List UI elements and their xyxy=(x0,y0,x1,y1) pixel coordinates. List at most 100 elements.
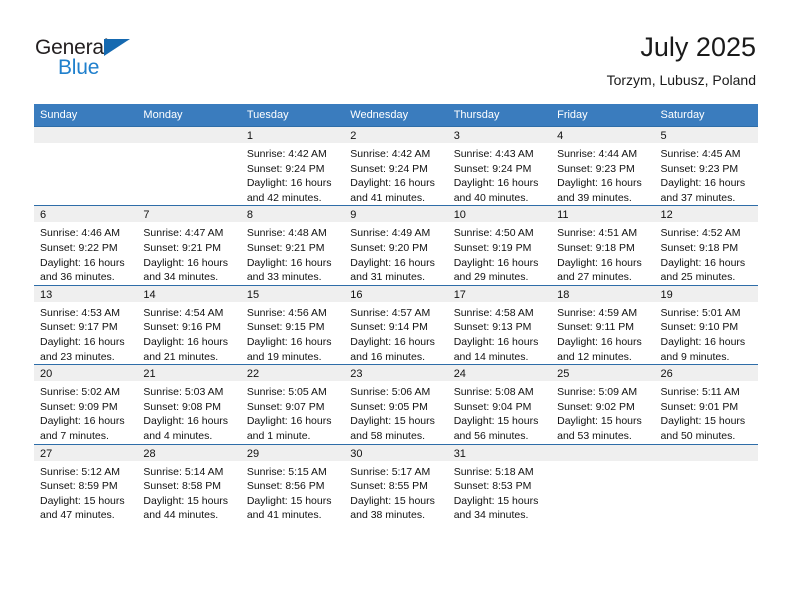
day-number xyxy=(551,444,655,461)
day-detail-line: and 56 minutes. xyxy=(453,429,529,442)
day-detail-line: and 16 minutes. xyxy=(350,350,425,363)
day-cell[interactable]: 23 Sunrise: 5:06 AM Sunset: 9:05 PM Dayligh… xyxy=(344,364,448,444)
day-cell-empty xyxy=(551,443,655,523)
day-details: Sunrise: 4:56 AM Sunset: 9:15 PM Daylight:… xyxy=(241,302,344,364)
day-detail-line: and 37 minutes. xyxy=(660,191,736,204)
day-number: 24 xyxy=(447,365,552,382)
day-detail-line: and 19 minutes. xyxy=(246,350,322,363)
day-cell[interactable]: 31 Sunrise: 5:18 AM Sunset: 8:53 PM Dayligh… xyxy=(447,443,552,523)
day-cell[interactable]: 15 Sunrise: 4:56 AM Sunset: 9:15 PM Dayligh… xyxy=(240,284,345,365)
day-cell[interactable]: 9 Sunrise: 4:49 AM Sunset: 9:20 PM Daylight… xyxy=(344,205,448,286)
day-cell[interactable]: 27 Sunrise: 5:12 AM Sunset: 8:59 PM Dayligh… xyxy=(34,443,138,523)
day-detail-line: Daylight: 16 hours xyxy=(453,335,539,348)
day-detail-line: Sunrise: 4:46 AM xyxy=(40,227,120,240)
day-number: 2 xyxy=(344,127,448,143)
weekday-header-thursday: Thursday xyxy=(447,104,552,127)
day-detail-line: Sunrise: 5:17 AM xyxy=(350,465,431,478)
day-number: 28 xyxy=(137,444,241,461)
day-details xyxy=(137,143,240,147)
calendar-week-row: 1 Sunrise: 4:42 AM Sunset: 9:24 PM Daylight… xyxy=(34,125,758,206)
weekday-header-friday: Friday xyxy=(551,104,655,127)
calendar-body: 1 Sunrise: 4:42 AM Sunset: 9:24 PM Daylight… xyxy=(34,125,758,523)
weekday-header: Sunday Monday Tuesday Wednesday Thursday Frid… xyxy=(34,104,758,127)
day-details: Sunrise: 4:54 AM Sunset: 9:16 PM Daylight:… xyxy=(137,302,240,364)
day-cell[interactable]: 25 Sunrise: 5:09 AM Sunset: 9:02 PM Dayligh… xyxy=(551,364,655,444)
day-cell[interactable]: 29 Sunrise: 5:15 AM Sunset: 8:56 PM Dayligh… xyxy=(240,443,345,523)
day-detail-line: Sunrise: 5:09 AM xyxy=(557,386,638,399)
day-cell-empty xyxy=(137,125,241,206)
day-detail-line: Sunrise: 5:14 AM xyxy=(143,465,224,478)
day-detail-line: Sunrise: 4:50 AM xyxy=(453,227,534,240)
day-detail-line: Sunrise: 4:42 AM xyxy=(350,148,431,160)
day-detail-line: Sunset: 9:08 PM xyxy=(143,400,222,413)
day-detail-line: and 44 minutes. xyxy=(143,509,219,522)
day-details: Sunrise: 5:03 AM Sunset: 9:08 PM Daylight:… xyxy=(137,381,240,443)
day-cell[interactable]: 28 Sunrise: 5:14 AM Sunset: 8:58 PM Dayligh… xyxy=(137,443,241,523)
day-number: 5 xyxy=(654,127,758,143)
day-cell[interactable]: 22 Sunrise: 5:05 AM Sunset: 9:07 PM Dayligh… xyxy=(240,364,345,444)
weekday-header-tuesday: Tuesday xyxy=(240,104,345,127)
day-detail-line: Sunrise: 5:05 AM xyxy=(246,386,327,399)
day-cell[interactable]: 8 Sunrise: 4:48 AM Sunset: 9:21 PM Daylight… xyxy=(240,205,345,286)
day-detail-line: Sunset: 9:14 PM xyxy=(350,321,428,334)
day-details: Sunrise: 4:47 AM Sunset: 9:21 PM Daylight:… xyxy=(137,222,240,284)
day-cell[interactable]: 1 Sunrise: 4:42 AM Sunset: 9:24 PM Daylight… xyxy=(240,125,345,206)
day-detail-line: Sunrise: 5:01 AM xyxy=(660,306,741,319)
day-number: 4 xyxy=(551,127,655,143)
day-cell[interactable]: 5 Sunrise: 4:45 AM Sunset: 9:23 PM Daylight… xyxy=(654,125,758,206)
day-cell[interactable]: 21 Sunrise: 5:03 AM Sunset: 9:08 PM Dayligh… xyxy=(137,364,241,444)
day-cell[interactable]: 2 Sunrise: 4:42 AM Sunset: 9:24 PM Daylight… xyxy=(344,125,448,206)
title-block: July 2025 Torzym, Lubusz, Poland xyxy=(607,30,756,90)
day-details: Sunrise: 5:11 AM Sunset: 9:01 PM Daylight:… xyxy=(655,381,758,443)
day-cell[interactable]: 19 Sunrise: 5:01 AM Sunset: 9:10 PM Dayligh… xyxy=(654,284,758,365)
day-number: 12 xyxy=(654,206,758,223)
day-detail-line: and 34 minutes. xyxy=(453,509,529,522)
day-detail-line: Daylight: 16 hours xyxy=(246,256,332,269)
day-cell[interactable]: 30 Sunrise: 5:17 AM Sunset: 8:55 PM Dayligh… xyxy=(344,443,448,523)
day-detail-line: Sunset: 9:17 PM xyxy=(40,321,118,334)
triangle-icon xyxy=(104,39,130,56)
day-number: 27 xyxy=(34,444,138,461)
day-detail-line: Daylight: 16 hours xyxy=(40,335,125,348)
day-cell[interactable]: 14 Sunrise: 4:54 AM Sunset: 9:16 PM Dayligh… xyxy=(137,284,241,365)
day-detail-line: Sunset: 8:53 PM xyxy=(453,480,532,493)
day-details: Sunrise: 4:57 AM Sunset: 9:14 PM Daylight:… xyxy=(344,302,447,364)
day-cell[interactable]: 6 Sunrise: 4:46 AM Sunset: 9:22 PM Daylight… xyxy=(34,205,138,286)
day-cell[interactable]: 10 Sunrise: 4:50 AM Sunset: 9:19 PM Dayligh… xyxy=(447,205,552,286)
day-cell[interactable]: 18 Sunrise: 4:59 AM Sunset: 9:11 PM Dayligh… xyxy=(551,284,655,365)
day-detail-line: Daylight: 16 hours xyxy=(143,415,229,428)
day-detail-line: Sunset: 9:02 PM xyxy=(557,400,635,413)
day-cell[interactable]: 11 Sunrise: 4:51 AM Sunset: 9:18 PM Dayligh… xyxy=(551,205,655,286)
day-number: 6 xyxy=(34,206,138,223)
day-cell[interactable]: 12 Sunrise: 4:52 AM Sunset: 9:18 PM Dayligh… xyxy=(654,205,758,286)
day-cell[interactable]: 7 Sunrise: 4:47 AM Sunset: 9:21 PM Daylight… xyxy=(137,205,241,286)
day-cell[interactable]: 24 Sunrise: 5:08 AM Sunset: 9:04 PM Dayligh… xyxy=(447,364,552,444)
day-number: 29 xyxy=(240,444,345,461)
generalblue-logo[interactable]: General Blue xyxy=(35,36,235,86)
day-detail-line: Sunset: 9:18 PM xyxy=(557,241,635,254)
day-detail-line: Daylight: 16 hours xyxy=(246,177,332,190)
day-detail-line: and 38 minutes. xyxy=(350,509,425,522)
day-cell[interactable]: 3 Sunrise: 4:43 AM Sunset: 9:24 PM Daylight… xyxy=(447,125,552,206)
day-detail-line: Daylight: 16 hours xyxy=(246,335,332,348)
day-number: 17 xyxy=(447,285,552,302)
day-details: Sunrise: 4:51 AM Sunset: 9:18 PM Daylight:… xyxy=(551,222,654,284)
day-cell[interactable]: 17 Sunrise: 4:58 AM Sunset: 9:13 PM Dayligh… xyxy=(447,284,552,365)
day-cell[interactable]: 20 Sunrise: 5:02 AM Sunset: 9:09 PM Dayligh… xyxy=(34,364,138,444)
day-number: 18 xyxy=(551,285,655,302)
day-detail-line: Daylight: 15 hours xyxy=(246,494,332,507)
day-detail-line: Sunrise: 4:54 AM xyxy=(143,306,224,319)
day-cell[interactable]: 16 Sunrise: 4:57 AM Sunset: 9:14 PM Dayligh… xyxy=(344,284,448,365)
day-cell[interactable]: 4 Sunrise: 4:44 AM Sunset: 9:23 PM Daylight… xyxy=(551,125,655,206)
day-detail-line: Sunset: 8:58 PM xyxy=(143,480,222,493)
calendar-week-row: 13 Sunrise: 4:53 AM Sunset: 9:17 PM Dayligh… xyxy=(34,284,758,365)
day-cell[interactable]: 13 Sunrise: 4:53 AM Sunset: 9:17 PM Dayligh… xyxy=(34,284,138,365)
day-detail-line: and 31 minutes. xyxy=(350,271,425,284)
day-detail-line: and 41 minutes. xyxy=(246,509,322,522)
day-number: 20 xyxy=(34,365,138,382)
calendar-week-row: 27 Sunrise: 5:12 AM Sunset: 8:59 PM Dayligh… xyxy=(34,443,758,523)
day-detail-line: and 50 minutes. xyxy=(660,429,736,442)
day-detail-line: Sunrise: 4:57 AM xyxy=(350,306,431,319)
day-cell[interactable]: 26 Sunrise: 5:11 AM Sunset: 9:01 PM Dayligh… xyxy=(654,364,758,444)
day-detail-line: Daylight: 16 hours xyxy=(557,335,642,348)
